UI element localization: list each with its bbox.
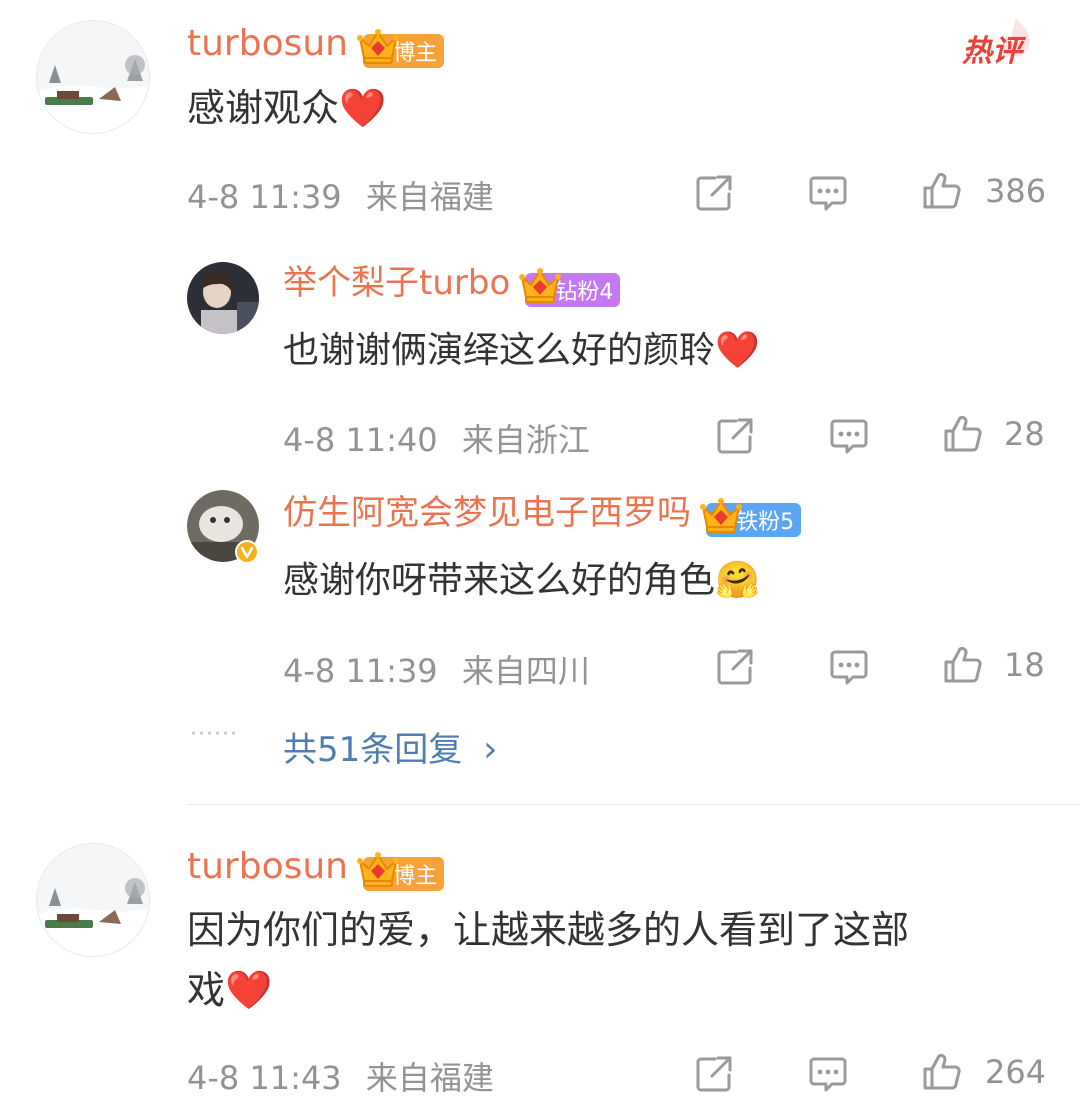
reply-meta: 4-8 11:39 来自四川: [283, 646, 590, 692]
location: 来自福建: [365, 1059, 494, 1097]
like-count: 18: [1004, 646, 1045, 684]
comment-text: 因为你们的爱，让越来越多的人看到了这部 戏❤️: [187, 908, 910, 1012]
divider: [187, 804, 1080, 805]
like-icon[interactable]: [921, 170, 963, 212]
verified-icon: [235, 540, 259, 564]
timestamp: 4-8 11:40: [283, 421, 438, 459]
location: 来自四川: [461, 652, 590, 690]
location: 来自浙江: [461, 421, 590, 459]
like-icon[interactable]: [921, 1051, 963, 1093]
fan-badge: 铁粉5: [706, 503, 802, 537]
share-icon[interactable]: [714, 415, 756, 457]
timestamp: 4-8 11:39: [283, 652, 438, 690]
share-icon[interactable]: [693, 172, 735, 214]
comment-icon[interactable]: [828, 415, 870, 457]
crown-icon: [355, 847, 401, 893]
reply-text: 感谢你呀带来这么好的角色🤗: [283, 560, 760, 601]
heart-emoji: ❤️: [715, 330, 760, 371]
share-icon[interactable]: [714, 646, 756, 688]
heart-emoji: ❤️: [225, 968, 273, 1012]
timestamp: 4-8 11:39: [187, 178, 342, 216]
reply-text: 也谢谢俩演绎这么好的颜聆❤️: [283, 330, 760, 371]
hot-comment-label: 热评: [962, 34, 1022, 69]
comment-meta: 4-8 11:43 来自福建: [187, 1053, 494, 1099]
dots-indicator: ······: [190, 722, 238, 747]
avatar-image: [37, 844, 149, 956]
comment-header: turbosun 博主: [187, 845, 445, 891]
reply-avatar[interactable]: [187, 262, 259, 334]
username[interactable]: 举个梨子turbo: [283, 263, 510, 303]
username[interactable]: turbosun: [187, 846, 348, 887]
crown-icon: [355, 24, 401, 70]
avatar-image: [187, 262, 259, 334]
more-replies-row[interactable]: ······: [190, 722, 238, 747]
crown-icon: [517, 263, 563, 309]
username[interactable]: turbosun: [187, 23, 348, 64]
share-icon[interactable]: [693, 1053, 735, 1095]
like-count: 386: [985, 172, 1047, 210]
more-replies-link[interactable]: 共51条回复 ›: [283, 722, 497, 771]
reply-header: 举个梨子turbo 钻粉4: [283, 262, 621, 307]
fan-badge: 钻粉4: [525, 273, 621, 307]
blogger-badge: 博主: [363, 857, 445, 891]
like-count: 28: [1004, 415, 1045, 453]
like-icon[interactable]: [942, 413, 984, 455]
like-icon[interactable]: [942, 644, 984, 686]
chevron-right-icon: ›: [483, 729, 498, 770]
avatar-image: [37, 21, 149, 133]
comment-icon[interactable]: [807, 172, 849, 214]
heart-emoji: ❤️: [339, 86, 387, 130]
avatar[interactable]: [36, 20, 150, 134]
hug-emoji: 🤗: [715, 560, 760, 601]
avatar[interactable]: [36, 843, 150, 957]
comment-icon[interactable]: [828, 646, 870, 688]
like-count: 264: [985, 1053, 1047, 1091]
timestamp: 4-8 11:43: [187, 1059, 342, 1097]
reply-meta: 4-8 11:40 来自浙江: [283, 415, 590, 461]
comment-meta: 4-8 11:39 来自福建: [187, 172, 494, 218]
comment-text: 感谢观众❤️: [187, 86, 387, 130]
reply-avatar[interactable]: [187, 490, 259, 564]
crown-icon: [698, 493, 744, 539]
blogger-badge: 博主: [363, 34, 445, 68]
comment-icon[interactable]: [807, 1053, 849, 1095]
reply-header: 仿生阿宽会梦见电子西罗吗 铁粉5: [283, 492, 802, 537]
location: 来自福建: [365, 178, 494, 216]
hot-comment-tag: 热评: [960, 16, 1040, 69]
comment-header: turbosun 博主: [187, 22, 445, 68]
username[interactable]: 仿生阿宽会梦见电子西罗吗: [283, 493, 691, 533]
